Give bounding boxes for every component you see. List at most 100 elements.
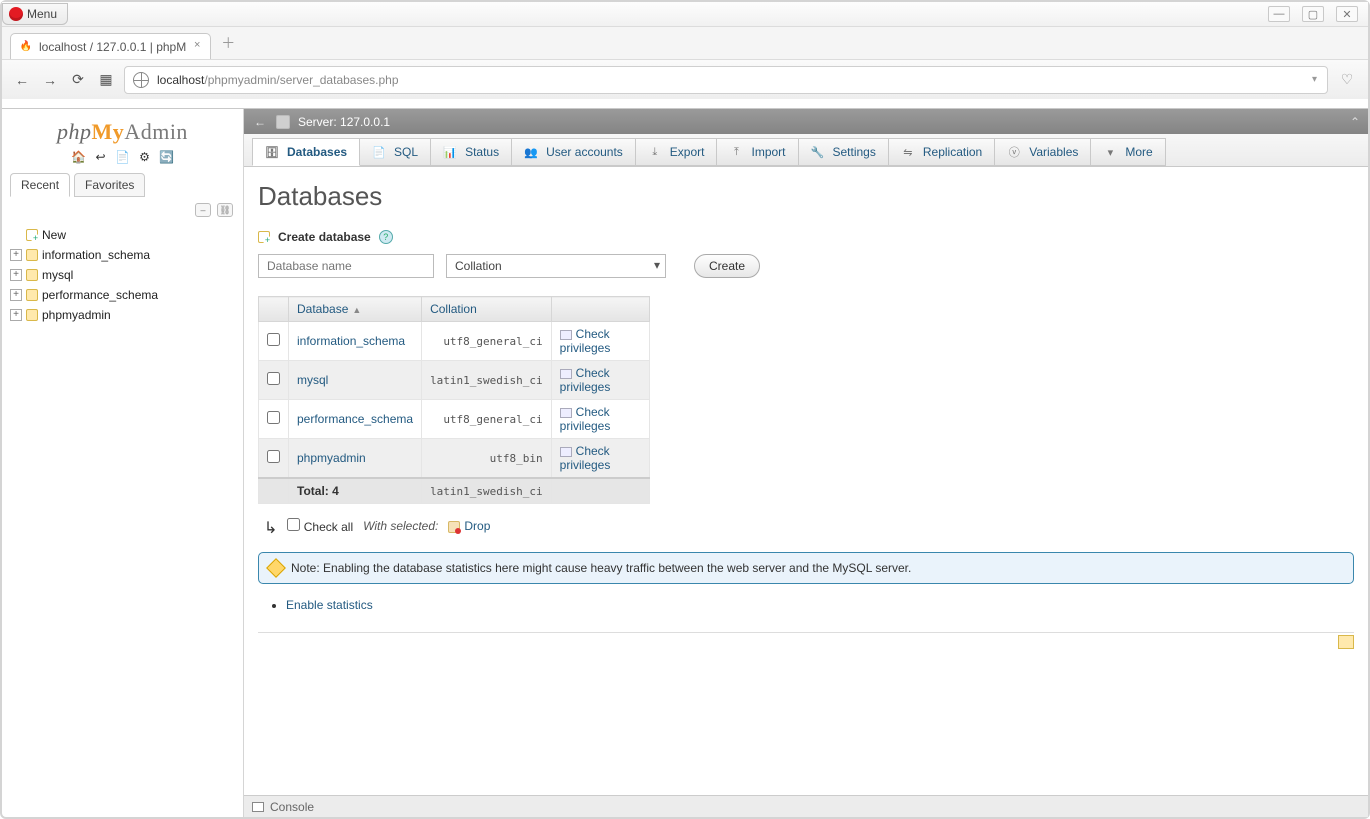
db-link[interactable]: information_schema xyxy=(297,334,405,348)
settings-gear-icon[interactable]: ⚙ xyxy=(137,149,153,165)
sidebar-tab-recent[interactable]: Recent xyxy=(10,173,70,197)
databases-table: Database▲ Collation information_schema u… xyxy=(258,296,650,504)
server-icon xyxy=(276,115,290,129)
sort-asc-icon: ▲ xyxy=(352,305,361,315)
tree-expand-icon[interactable]: + xyxy=(10,249,22,261)
console-bar[interactable]: Console xyxy=(244,795,1368,817)
pma-favicon-icon: 🔥 xyxy=(19,40,33,54)
variables-tab-icon: ⓥ xyxy=(1007,145,1021,159)
window-close-button[interactable]: ✕ xyxy=(1336,6,1358,22)
breadcrumb-back-icon[interactable]: ← xyxy=(252,115,268,129)
tree-db[interactable]: + phpmyadmin xyxy=(8,305,237,325)
settings-tab-icon: 🔧 xyxy=(811,145,825,159)
browser-navbar: ← → ⟳ ▦ localhost/phpmyadmin/server_data… xyxy=(2,59,1368,99)
address-text: localhost/phpmyadmin/server_databases.ph… xyxy=(157,73,399,87)
bookmark-toggle-icon[interactable] xyxy=(1338,635,1354,649)
pma-top-tabs: 🗄Databases 📄SQL 📊Status 👥User accounts ⤓… xyxy=(244,134,1368,167)
tab-users[interactable]: 👥User accounts xyxy=(512,138,636,166)
logout-icon[interactable]: ↩ xyxy=(93,149,109,165)
addr-dropdown-icon[interactable]: ▾ xyxy=(1312,74,1319,85)
tree-db[interactable]: + performance_schema xyxy=(8,285,237,305)
create-db-form: Create xyxy=(258,254,1354,278)
nav-apps-button[interactable]: ▦ xyxy=(96,70,116,90)
row-collation: latin1_swedish_ci xyxy=(422,361,552,400)
browser-chrome: Menu — ▢ ✕ 🔥 localhost / 127.0.0.1 | php… xyxy=(2,2,1368,109)
tab-more[interactable]: ▾More xyxy=(1091,138,1165,166)
tab-export[interactable]: ⤓Export xyxy=(636,138,718,166)
db-icon xyxy=(26,289,38,301)
bookmark-heart-button[interactable]: ♡ xyxy=(1336,71,1358,88)
tab-variables[interactable]: ⓥVariables xyxy=(995,138,1091,166)
browser-tab-active[interactable]: 🔥 localhost / 127.0.0.1 | phpM × xyxy=(10,33,211,59)
address-bar[interactable]: localhost/phpmyadmin/server_databases.ph… xyxy=(124,66,1328,94)
row-checkbox[interactable] xyxy=(267,333,280,346)
nav-back-button[interactable]: ← xyxy=(12,70,32,90)
tab-settings[interactable]: 🔧Settings xyxy=(799,138,889,166)
check-all[interactable]: Check all xyxy=(287,518,353,534)
sidebar-tab-favorites[interactable]: Favorites xyxy=(74,173,145,197)
col-collation[interactable]: Collation xyxy=(422,297,552,322)
collation-select[interactable] xyxy=(446,254,666,278)
tree-db[interactable]: + information_schema xyxy=(8,245,237,265)
tab-sql[interactable]: 📄SQL xyxy=(360,138,431,166)
tree-new-db[interactable]: New xyxy=(8,225,237,245)
db-link[interactable]: performance_schema xyxy=(297,412,413,426)
status-tab-icon: 📊 xyxy=(443,145,457,159)
breadcrumb-server[interactable]: Server: 127.0.0.1 xyxy=(298,115,390,129)
create-db-icon xyxy=(258,231,270,243)
tab-replication[interactable]: ⇋Replication xyxy=(889,138,995,166)
tab-databases[interactable]: 🗄Databases xyxy=(252,138,360,166)
tab-import[interactable]: ⤒Import xyxy=(717,138,798,166)
pma-logo: phpMyAdmin xyxy=(6,115,239,147)
console-label: Console xyxy=(270,800,314,814)
row-collation: utf8_general_ci xyxy=(422,322,552,361)
replication-tab-icon: ⇋ xyxy=(901,145,915,159)
sql-tab-icon: 📄 xyxy=(372,145,386,159)
more-tab-icon: ▾ xyxy=(1103,145,1117,159)
drop-link[interactable]: Drop xyxy=(448,519,490,533)
db-link[interactable]: phpmyadmin xyxy=(297,451,366,465)
create-button[interactable]: Create xyxy=(694,254,760,278)
tab-status[interactable]: 📊Status xyxy=(431,138,512,166)
db-link[interactable]: mysql xyxy=(297,373,328,387)
opera-menu-button[interactable]: Menu xyxy=(2,3,68,25)
nav-forward-button[interactable]: → xyxy=(40,70,60,90)
table-row: performance_schema utf8_general_ci Check… xyxy=(259,400,650,439)
tree-expand-icon[interactable]: + xyxy=(10,289,22,301)
link-tree-icon[interactable]: ⛓ xyxy=(217,203,233,217)
reload-tree-icon[interactable]: 🔄 xyxy=(159,149,175,165)
help-icon[interactable]: ? xyxy=(379,230,393,244)
tree-db[interactable]: + mysql xyxy=(8,265,237,285)
create-db-label: Create database xyxy=(278,230,371,244)
home-icon[interactable]: 🏠 xyxy=(71,149,87,165)
docs-icon[interactable]: 📄 xyxy=(115,149,131,165)
content-separator xyxy=(258,632,1354,633)
tree-expand-icon[interactable]: + xyxy=(10,309,22,321)
db-icon xyxy=(26,249,38,261)
collapse-tree-icon[interactable]: – xyxy=(195,203,211,217)
db-name-input[interactable] xyxy=(258,254,434,278)
db-tree: New + information_schema + mysql + perfo… xyxy=(6,221,239,325)
check-all-checkbox[interactable] xyxy=(287,518,300,531)
window-minimize-button[interactable]: — xyxy=(1268,6,1290,22)
with-selected-label: With selected: xyxy=(363,519,438,533)
new-tab-button[interactable]: ＋ xyxy=(221,33,235,59)
nav-reload-button[interactable]: ⟳ xyxy=(68,70,88,90)
window-titlebar: Menu — ▢ ✕ xyxy=(2,2,1368,27)
page-title: Databases xyxy=(258,181,1354,212)
row-collation: utf8_bin xyxy=(422,439,552,479)
stats-note: Note: Enabling the database statistics h… xyxy=(258,552,1354,584)
row-checkbox[interactable] xyxy=(267,372,280,385)
collapse-header-icon[interactable]: ⌃ xyxy=(1350,115,1360,129)
row-checkbox[interactable] xyxy=(267,411,280,424)
window-maximize-button[interactable]: ▢ xyxy=(1302,6,1324,22)
row-collation: utf8_general_ci xyxy=(422,400,552,439)
tab-close-icon[interactable]: × xyxy=(190,39,204,53)
warning-icon xyxy=(266,558,286,578)
row-checkbox[interactable] xyxy=(267,450,280,463)
new-db-icon xyxy=(26,229,38,241)
col-database[interactable]: Database▲ xyxy=(289,297,422,322)
enable-statistics-link[interactable]: Enable statistics xyxy=(286,598,373,612)
tree-expand-icon[interactable]: + xyxy=(10,269,22,281)
table-row: mysql latin1_swedish_ci Check privileges xyxy=(259,361,650,400)
